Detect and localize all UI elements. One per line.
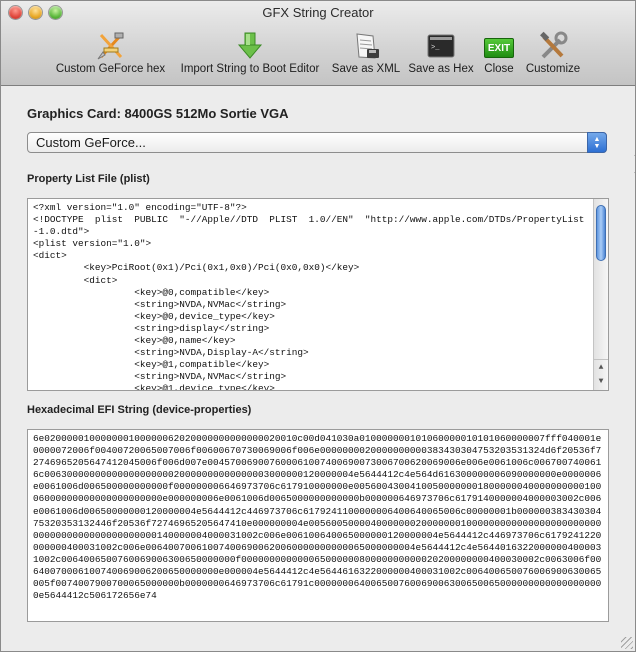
toolbar-label: Save as XML — [331, 63, 401, 75]
title-toolbar-area: GFX String Creator Custom GeForce hex Im… — [1, 1, 635, 86]
exit-icon: EXIT — [482, 31, 516, 61]
scroll-up-icon[interactable]: ▲ — [594, 359, 608, 374]
close-button[interactable]: EXIT Close — [482, 31, 516, 79]
efi-string-content: 6e02000001000000010000006202000000000000… — [33, 433, 602, 602]
window-title: GFX String Creator — [262, 5, 374, 20]
chevron-down-icon: ▼ — [593, 142, 601, 150]
plist-line: <key>@1,device_type</key> — [33, 383, 275, 391]
main-window: GFX String Creator Custom GeForce hex Im… — [0, 0, 636, 652]
green-down-arrow-icon — [233, 31, 267, 61]
popup-arrows[interactable]: ▲ ▼ — [587, 132, 607, 153]
right-edge-controls: ▲ ▼ — [621, 1, 635, 651]
exit-badge: EXIT — [484, 38, 514, 58]
plist-line: <key>@1,compatible</key> — [33, 359, 270, 371]
plist-line: <key>@0,device_type</key> — [33, 310, 275, 322]
plist-line: <dict> — [33, 274, 118, 286]
plist-label: Property List File (plist) — [27, 173, 150, 185]
efi-string-label: Hexadecimal EFI String (device-propertie… — [27, 404, 252, 416]
plist-line: <string>NVDA,Display-A</string> — [33, 347, 309, 359]
build-tools-icon — [94, 31, 128, 61]
svg-text:>_: >_ — [431, 44, 440, 52]
custom-geforce-hex-button[interactable]: Custom GeForce hex — [55, 31, 166, 79]
plist-line: <dict> — [33, 250, 67, 262]
graphics-card-popup[interactable]: Custom GeForce... ▲ ▼ — [27, 132, 607, 153]
scroll-thumb[interactable] — [596, 205, 606, 261]
efi-string-text-area[interactable]: 6e02000001000000010000006202000000000000… — [27, 429, 609, 622]
toolbar-label: Close — [484, 63, 514, 75]
content-area: Graphics Card: 8400GS 512Mo Sortie VGA C… — [1, 86, 635, 651]
graphics-card-label: Graphics Card: 8400GS 512Mo Sortie VGA — [27, 106, 289, 121]
customize-button[interactable]: Customize — [524, 31, 582, 79]
popup-selected-value: Custom GeForce... — [36, 135, 146, 150]
save-as-xml-button[interactable]: Save as XML — [331, 31, 401, 79]
terminal-icon: >_ — [424, 31, 458, 61]
plist-line: <string>NVDA,NVMac</string> — [33, 298, 287, 310]
plist-line: <key>@0,compatible</key> — [33, 286, 270, 298]
toolbar-label: Customize — [525, 63, 581, 75]
import-string-button[interactable]: Import String to Boot Editor — [176, 31, 324, 79]
plist-line: <!DOCTYPE plist PUBLIC "-//Apple//DTD PL… — [33, 214, 585, 238]
toolbar-label: Import String to Boot Editor — [180, 63, 320, 75]
document-save-icon — [349, 31, 383, 61]
toolbar-label: Save as Hex — [408, 63, 474, 75]
plist-line: <key>PciRoot(0x1)/Pci(0x1,0x0)/Pci(0x0,0… — [33, 262, 360, 274]
resize-grip-icon[interactable] — [621, 637, 633, 649]
plist-scrollbar[interactable]: ▲ ▼ — [593, 199, 608, 390]
scroll-down-icon[interactable]: ▼ — [594, 374, 608, 388]
save-as-hex-button[interactable]: >_ Save as Hex — [408, 31, 474, 79]
toolbar: Custom GeForce hex Import String to Boot… — [1, 31, 635, 81]
plist-line: <plist version="1.0"> — [33, 238, 152, 250]
plist-content: <?xml version="1.0" encoding="UTF-8"?> <… — [28, 199, 608, 391]
plist-line: <?xml version="1.0" encoding="UTF-8"?> — [33, 202, 247, 213]
plist-line: <key>@0,name</key> — [33, 335, 236, 347]
chevron-up-icon: ▲ — [593, 135, 601, 143]
plist-line: <string>NVDA,NVMac</string> — [33, 371, 287, 383]
plist-line: <string>display</string> — [33, 322, 270, 334]
tools-icon — [536, 31, 570, 61]
plist-text-area[interactable]: <?xml version="1.0" encoding="UTF-8"?> <… — [27, 198, 609, 391]
toolbar-label: Custom GeForce hex — [55, 63, 166, 75]
